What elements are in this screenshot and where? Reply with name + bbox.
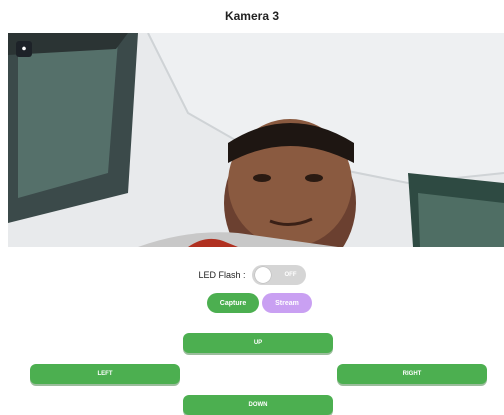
page-title: Kamera 3 bbox=[224, 9, 280, 23]
left-button[interactable]: LEFT bbox=[30, 364, 180, 384]
stream-button[interactable]: Stream bbox=[262, 293, 312, 313]
down-button[interactable]: DOWN bbox=[183, 395, 333, 415]
toggle-knob bbox=[254, 267, 271, 283]
camera-switch-icon[interactable]: ⏺ bbox=[16, 41, 32, 57]
flash-toggle[interactable]: OFF bbox=[251, 265, 306, 285]
up-button[interactable]: UP bbox=[183, 333, 333, 353]
toggle-state: OFF bbox=[284, 272, 297, 278]
flash-row: LED Flash : OFF bbox=[0, 265, 504, 285]
right-button[interactable]: RIGHT bbox=[337, 364, 487, 384]
camera-feed: ⏺ bbox=[8, 33, 504, 247]
flash-label: LED Flash : bbox=[198, 270, 246, 280]
camera-image bbox=[8, 33, 504, 247]
capture-button[interactable]: Capture bbox=[207, 293, 259, 313]
